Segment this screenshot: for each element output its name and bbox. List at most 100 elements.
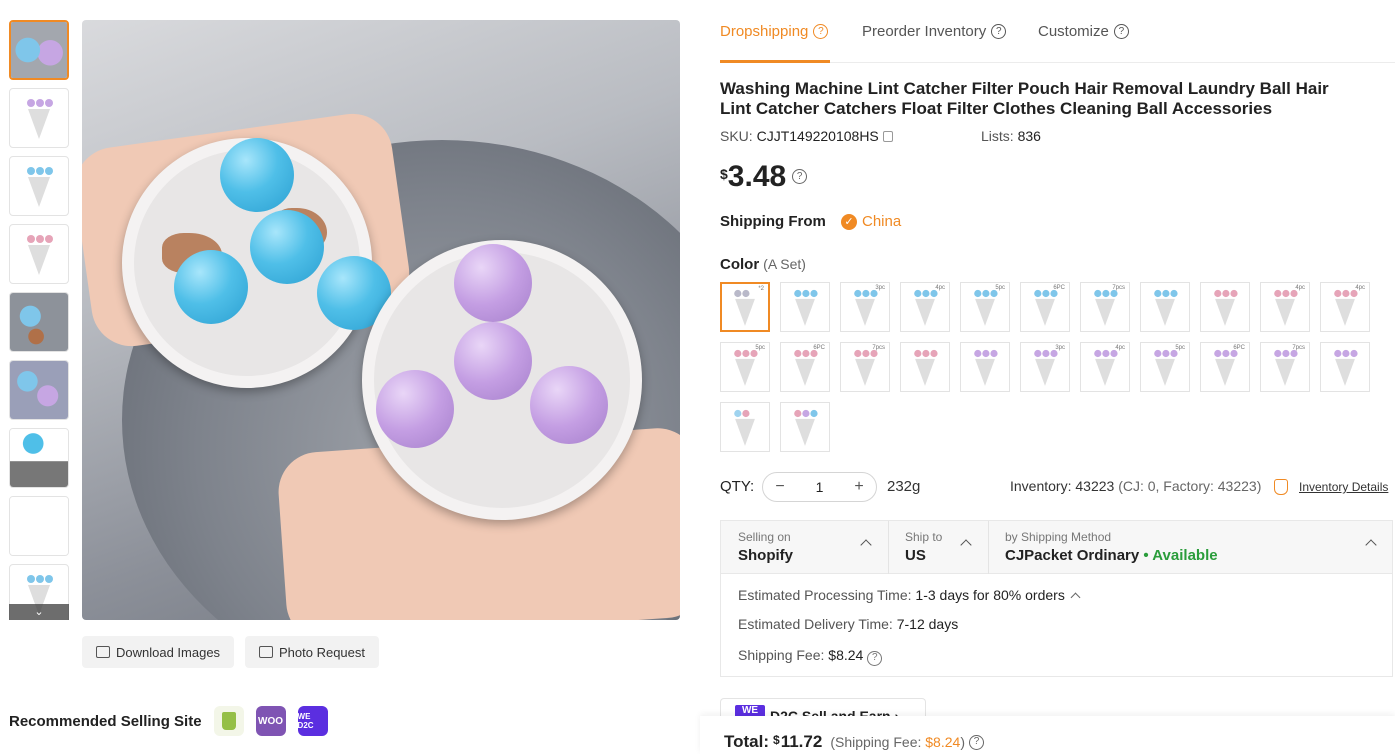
help-icon[interactable]: ?	[991, 24, 1007, 39]
quantity-label: QTY:	[720, 478, 755, 495]
help-icon[interactable]: ?	[792, 169, 808, 184]
d2c-promo-banner[interactable]: WE D2C Sell and Earn ›	[720, 698, 926, 718]
swatch-tag: 5pc	[995, 285, 1005, 291]
help-icon[interactable]: ?	[867, 650, 883, 666]
product-title: Washing Machine Lint Catcher Filter Pouc…	[720, 79, 1329, 118]
recommended-selling-sites: Recommended Selling Site WOO WE D2C	[9, 706, 328, 736]
swatch-tag: 4pc	[1355, 285, 1365, 291]
shopify-icon[interactable]	[213, 706, 244, 736]
blue-filter	[122, 138, 391, 388]
product-weight: 232g	[887, 478, 921, 495]
check-icon: ✓	[841, 213, 857, 230]
chevron-up-icon[interactable]	[1365, 539, 1377, 551]
order-total: Total: $ 11.72 (Shipping Fee: $8.24) ?	[724, 732, 984, 752]
thumbnail-4[interactable]	[9, 224, 69, 284]
color-swatch[interactable]: 4pc	[900, 282, 950, 332]
thumbnail-6[interactable]	[9, 360, 69, 420]
copy-icon[interactable]	[882, 131, 893, 142]
chevron-down-icon[interactable]: ⌄	[9, 604, 69, 620]
swatch-tag: 7pcs	[1112, 285, 1125, 291]
lists-count: Lists: 836	[981, 128, 1041, 144]
color-swatch[interactable]: 5pc	[720, 342, 770, 392]
color-swatch[interactable]: 3pc	[840, 282, 890, 332]
help-icon[interactable]: ?	[813, 24, 829, 39]
color-swatch[interactable]: 4pc	[1080, 342, 1130, 392]
selling-on-select[interactable]: Selling on Shopify	[738, 530, 793, 564]
color-swatch[interactable]	[720, 402, 770, 452]
thumbnail-5[interactable]	[9, 292, 69, 352]
photo-request-icon	[259, 646, 273, 658]
color-label: Color (A Set)	[720, 256, 806, 273]
color-swatch[interactable]	[1140, 282, 1190, 332]
swatch-tag: *2	[758, 286, 764, 292]
sku: SKU: CJJT149220108HS	[720, 128, 893, 144]
woocommerce-icon[interactable]: WOO	[255, 706, 286, 736]
chevron-up-icon[interactable]	[960, 539, 972, 551]
ship-to-select[interactable]: Ship to US	[905, 530, 942, 564]
swatch-tag: 4pc	[1115, 345, 1125, 351]
swatch-tag: 7pcs	[1292, 345, 1305, 351]
shipping-method-select[interactable]: by Shipping Method CJPacket Ordinary • A…	[1005, 530, 1218, 564]
processing-time: Estimated Processing Time: 1-3 days for …	[738, 587, 1081, 603]
help-icon[interactable]: ?	[1113, 24, 1129, 39]
thumbnail-7[interactable]	[9, 428, 69, 488]
inventory-details-link[interactable]: Inventory Details	[1299, 480, 1388, 494]
color-swatch[interactable]: 7pcs	[1080, 282, 1130, 332]
download-images-button[interactable]: Download Images	[82, 636, 235, 668]
shipping-from-option[interactable]: ✓ China	[841, 213, 901, 230]
color-swatch[interactable]	[900, 342, 950, 392]
chevron-up-icon[interactable]	[860, 539, 872, 551]
inventory-info: Inventory: 43223 (CJ: 0, Factory: 43223)	[1010, 478, 1262, 494]
color-swatch[interactable]	[960, 342, 1010, 392]
color-swatch[interactable]	[780, 282, 830, 332]
tab-dropshipping[interactable]: Dropshipping?	[720, 23, 829, 40]
color-swatch[interactable]: 5pc	[1140, 342, 1190, 392]
shipping-from-label: Shipping From	[720, 213, 826, 230]
swatch-tag: 3pc	[1055, 345, 1065, 351]
swatch-tag: 6PC	[813, 345, 825, 351]
product-page: ⌄ Download Images Photo Request Recommen…	[0, 0, 1395, 754]
purple-filter	[362, 240, 642, 520]
quantity-value[interactable]: 1	[816, 479, 824, 495]
tab-preorder-inventory[interactable]: Preorder Inventory?	[862, 23, 1007, 40]
swatch-tag: 5pc	[1175, 345, 1185, 351]
shipping-panel: Selling on Shopify Ship to US by Shippin…	[720, 520, 1393, 677]
swatch-tag: 4pc	[935, 285, 945, 291]
color-swatch[interactable]	[1200, 282, 1250, 332]
color-swatch[interactable]	[1320, 342, 1370, 392]
color-swatch[interactable]: *2	[720, 282, 770, 332]
thumbnail-2[interactable]	[9, 88, 69, 148]
main-product-image[interactable]	[82, 20, 680, 620]
color-swatch[interactable]: 6PC	[780, 342, 830, 392]
color-swatch[interactable]	[780, 402, 830, 452]
photo-request-button[interactable]: Photo Request	[245, 636, 380, 668]
quantity-stepper[interactable]: − 1 +	[762, 472, 877, 502]
swatch-tag: 6PC	[1233, 345, 1245, 351]
d2c-icon[interactable]: WE D2C	[297, 706, 328, 736]
color-swatch[interactable]: 4pc	[1260, 282, 1310, 332]
shipping-fee: Shipping Fee: $8.24 ?	[738, 647, 883, 666]
thumbnail-1[interactable]	[9, 20, 69, 80]
decrement-button[interactable]: −	[773, 478, 787, 496]
chevron-up-icon[interactable]	[1070, 592, 1081, 603]
color-swatch[interactable]: 4pc	[1320, 282, 1370, 332]
inventory-shield-icon	[1274, 479, 1288, 495]
swatch-tag: 7pcs	[872, 345, 885, 351]
swatch-tag: 4pc	[1295, 285, 1305, 291]
delivery-time: Estimated Delivery Time: 7-12 days	[738, 616, 959, 632]
color-swatch[interactable]: 5pc	[960, 282, 1010, 332]
color-swatch[interactable]: 7pcs	[1260, 342, 1310, 392]
active-tab-indicator	[720, 60, 830, 63]
purchase-mode-tabs: Dropshipping? Preorder Inventory? Custom…	[720, 0, 1395, 63]
color-swatch[interactable]: 6PC	[1200, 342, 1250, 392]
color-swatch[interactable]: 6PC	[1020, 282, 1070, 332]
color-swatch[interactable]: 3pc	[1020, 342, 1070, 392]
tab-customize[interactable]: Customize?	[1038, 23, 1129, 40]
color-swatch[interactable]: 7pcs	[840, 342, 890, 392]
thumbnail-list[interactable]	[9, 20, 69, 620]
help-icon[interactable]: ?	[968, 734, 984, 750]
thumbnail-8[interactable]	[9, 496, 69, 556]
increment-button[interactable]: +	[852, 478, 866, 496]
thumbnail-3[interactable]	[9, 156, 69, 216]
image-download-icon	[96, 646, 110, 658]
